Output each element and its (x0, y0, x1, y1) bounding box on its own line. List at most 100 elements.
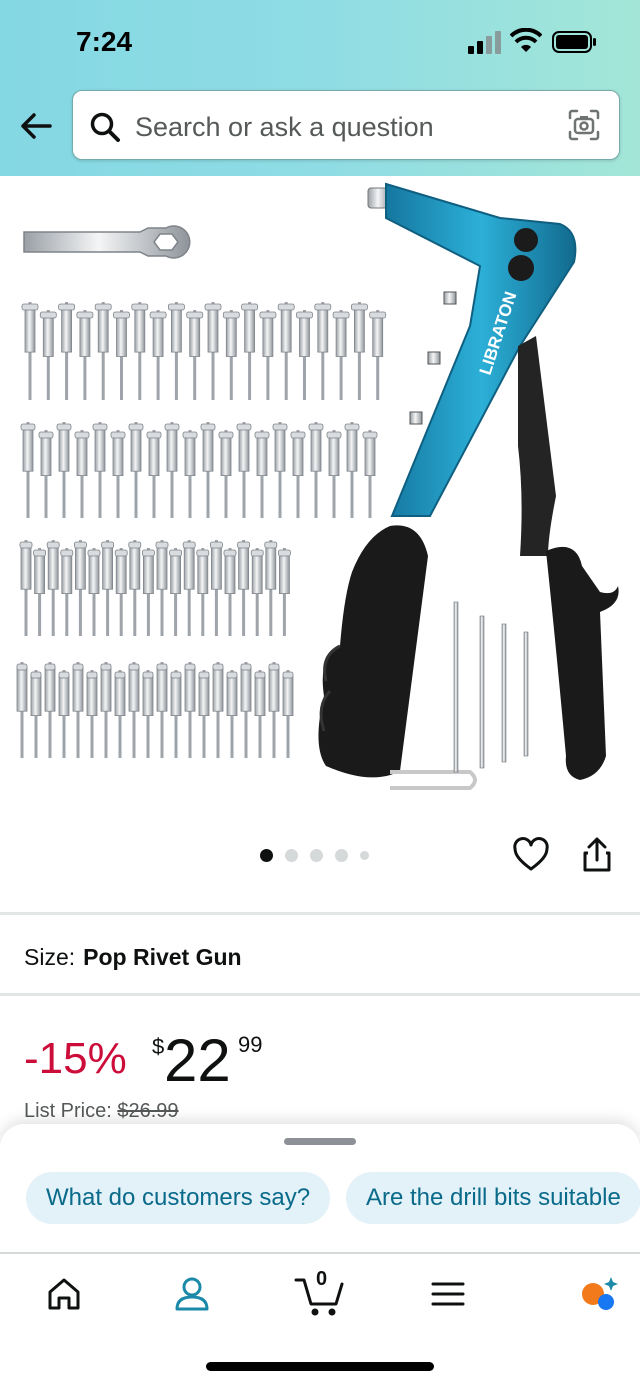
rivet (296, 310, 313, 400)
sheet-drag-handle[interactable] (284, 1138, 356, 1145)
rivet (92, 422, 108, 518)
pager-dot[interactable] (310, 848, 323, 862)
rivet (30, 670, 42, 758)
pager-dot[interactable] (335, 848, 348, 862)
list-price: List Price: $26.99 (24, 1100, 179, 1123)
rivet (196, 548, 210, 636)
rivet (100, 662, 112, 758)
rivet (209, 540, 223, 636)
menu-icon[interactable] (428, 1274, 468, 1314)
drill-bit (501, 623, 507, 763)
rivet-gun: LIBRATON (318, 182, 619, 790)
rivet (101, 540, 114, 636)
rivet (114, 548, 128, 636)
rivet (223, 548, 237, 636)
rivet (170, 670, 182, 758)
cart-button[interactable]: 0 (294, 1268, 350, 1318)
divider (0, 912, 640, 915)
rivet (362, 430, 378, 518)
rivet (19, 540, 33, 636)
home-icon[interactable] (44, 1274, 84, 1314)
search-bar[interactable]: Search or ask a question (72, 90, 620, 160)
rivet (254, 430, 270, 518)
size-value: Pop Rivet Gun (83, 944, 242, 970)
camera-search-icon[interactable] (567, 108, 601, 142)
pager-dot[interactable] (285, 848, 298, 862)
rivet (167, 302, 185, 400)
price-whole: 22 (164, 1027, 231, 1094)
rivet (156, 662, 168, 758)
question-chip[interactable]: Are the drill bits suitable (346, 1172, 640, 1224)
back-arrow-icon[interactable] (18, 108, 54, 144)
product-image[interactable]: LIBRATON (0, 176, 640, 816)
rivet (204, 302, 222, 400)
rivet (344, 422, 360, 518)
status-time: 7:24 (76, 26, 133, 57)
question-chip[interactable]: What do customers say? (26, 1172, 331, 1224)
rivet (314, 302, 332, 400)
rivet (58, 302, 75, 400)
image-pager[interactable] (260, 848, 369, 862)
price-fraction: 99 (238, 1032, 263, 1057)
rivet (149, 310, 167, 400)
rivet (33, 548, 46, 636)
rivet (58, 670, 70, 758)
rivet (277, 302, 295, 400)
rivet (155, 540, 169, 636)
rivet (110, 430, 126, 518)
rivet (237, 540, 251, 636)
rivet (186, 310, 204, 400)
battery-icon (552, 31, 596, 53)
rivet (198, 670, 210, 758)
rivet (184, 662, 196, 758)
rivet (74, 540, 87, 636)
rivet (200, 422, 216, 518)
rivet (44, 662, 56, 758)
rivet (282, 670, 294, 758)
pager-dot[interactable] (360, 850, 369, 860)
rivet (264, 540, 278, 636)
divider (0, 993, 640, 996)
rivet (277, 548, 291, 636)
rivet (142, 670, 154, 758)
rivet (74, 430, 90, 518)
rivet (39, 310, 57, 400)
rivet (76, 310, 94, 400)
rivet (350, 302, 368, 400)
rivet (218, 430, 234, 518)
rivet (222, 310, 240, 400)
drill-bit (523, 631, 529, 757)
rivet (46, 540, 60, 636)
heart-icon[interactable] (512, 836, 550, 874)
rivet (268, 662, 280, 758)
rivet (146, 430, 162, 518)
rivet (131, 302, 149, 400)
pager-dot[interactable] (260, 848, 273, 862)
rivet (308, 422, 324, 518)
search-icon (90, 112, 120, 142)
rivet (332, 310, 350, 400)
rivet (141, 548, 155, 636)
list-price-label: List Price: (24, 1100, 112, 1122)
rivet (56, 422, 72, 518)
rivet (272, 422, 288, 518)
rivet (164, 422, 180, 518)
cellular-signal-icon (468, 31, 501, 54)
rivet (16, 662, 28, 758)
price-currency: $ (152, 1034, 165, 1059)
rivet (182, 540, 196, 636)
rufus-question-sheet[interactable]: What do customers say? Are the drill bit… (0, 1124, 640, 1254)
wifi-icon (510, 28, 542, 52)
rivet (86, 670, 98, 758)
rivet (20, 422, 36, 518)
share-icon[interactable] (578, 836, 616, 874)
rufus-ai-icon[interactable] (580, 1274, 620, 1314)
search-input[interactable]: Search or ask a question (135, 112, 434, 143)
rivet (254, 670, 266, 758)
rivet (250, 548, 264, 636)
cart-count: 0 (316, 1268, 328, 1290)
account-icon[interactable] (172, 1274, 212, 1314)
size-selector[interactable]: Size: Pop Rivet Gun (24, 944, 242, 971)
rivet (226, 670, 238, 758)
wrench-icon (23, 225, 191, 259)
